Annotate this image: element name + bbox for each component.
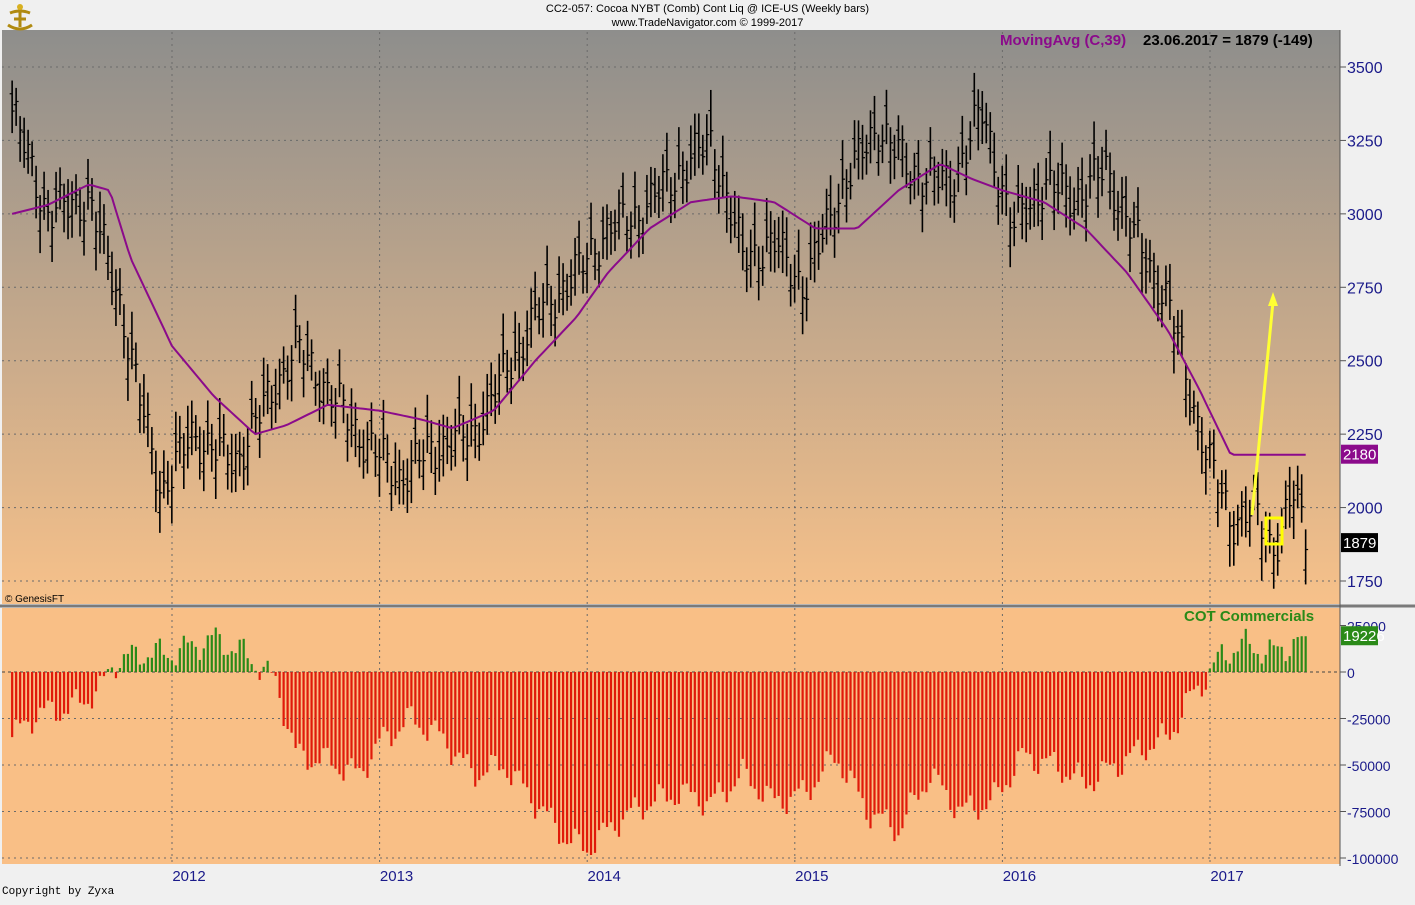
price-tick-label: 2000 — [1347, 501, 1383, 518]
x-tick-label: 2017 — [1210, 868, 1243, 885]
cot-tick-label: -75000 — [1347, 805, 1391, 821]
copyright: Copyright by Zyxa — [2, 886, 114, 898]
price-panel-background — [2, 30, 1340, 604]
cot-tick-label: 0 — [1347, 665, 1355, 681]
chart-source: www.TradeNavigator.com © 1999-2017 — [0, 17, 1415, 29]
cot-tick-label: -100000 — [1347, 851, 1399, 867]
cot-tick-label: -25000 — [1347, 712, 1391, 728]
chart-window: 2012 2013 2014 2015 2016 2017 1750 2000 2250 2500… — [0, 0, 1415, 900]
cot-label: COT Commercials — [1184, 608, 1314, 625]
chart-svg: 2012 2013 2014 2015 2016 2017 1750 2000 2250 2500… — [0, 0, 1415, 900]
price-tick-label: 3250 — [1347, 133, 1383, 150]
price-value-tag: 1879 — [1343, 535, 1376, 552]
price-tick-label: 3500 — [1347, 60, 1383, 77]
price-tick-label: 3000 — [1347, 207, 1383, 224]
indicator-readout: 23.06.2017 = 1879 (-149) — [1143, 32, 1313, 49]
x-tick-label: 2014 — [588, 868, 621, 885]
x-tick-label: 2013 — [380, 868, 413, 885]
cot-tick-label: -50000 — [1347, 758, 1391, 774]
cot-value-tag: 19226 — [1343, 628, 1385, 645]
x-tick-label: 2012 — [172, 868, 205, 885]
price-tick-label: 2750 — [1347, 280, 1383, 297]
genesis-credit: © GenesisFT — [5, 594, 64, 605]
price-tick-label: 2250 — [1347, 427, 1383, 444]
price-tick-label: 2500 — [1347, 354, 1383, 371]
logo-icon — [4, 3, 36, 33]
x-tick-label: 2015 — [795, 868, 828, 885]
indicator-label: MovingAvg (C,39) — [1000, 32, 1126, 49]
ma-value-tag: 2180 — [1343, 447, 1376, 464]
x-tick-label: 2016 — [1003, 868, 1036, 885]
chart-title: CC2-057: Cocoa NYBT (Comb) Cont Liq @ IC… — [0, 3, 1415, 15]
price-tick-label: 1750 — [1347, 574, 1383, 591]
